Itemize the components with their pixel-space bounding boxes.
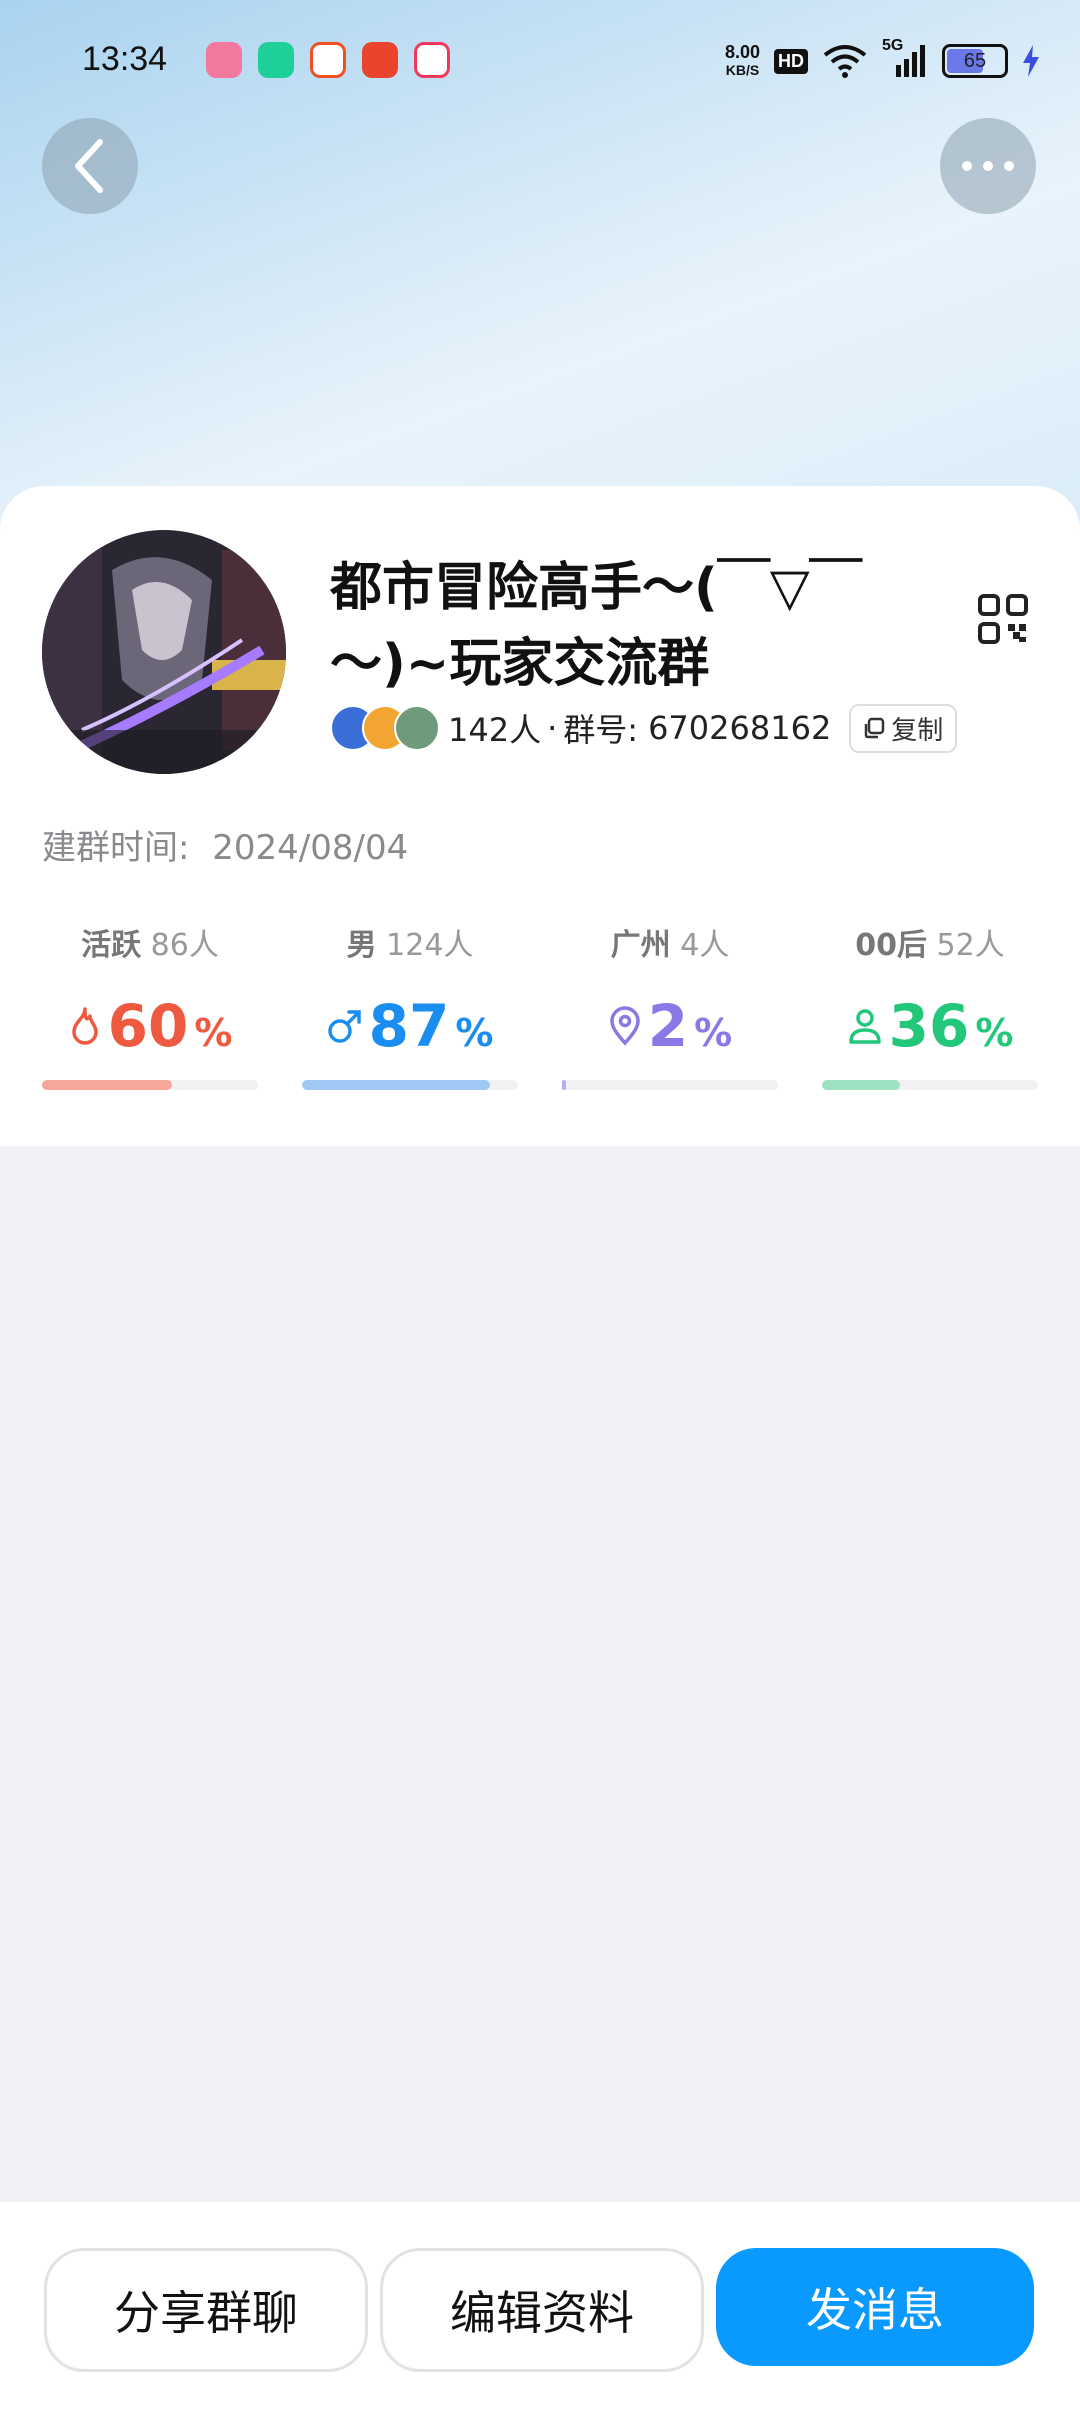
battery-indicator: 65: [942, 44, 1008, 78]
net-speed: 8.00 KB/S: [725, 43, 760, 79]
stat-bar: [302, 1080, 518, 1090]
wifi-icon: [823, 45, 867, 78]
hd-badge: HD: [774, 48, 808, 74]
stat-unit: %: [455, 1011, 494, 1055]
stat-percent: 60: [107, 992, 189, 1060]
more-button[interactable]: [940, 118, 1036, 214]
stat-percent: 2: [647, 992, 689, 1060]
stat-label: 活跃 86人: [42, 920, 258, 964]
created-label: 建群时间:: [42, 828, 190, 868]
stat-bar: [562, 1080, 778, 1090]
stat-label-text: 00后: [855, 928, 927, 963]
group-name: 都市冒险高手～(￣▽￣～)~玩家交流群: [330, 558, 862, 694]
stat-gender[interactable]: 男 124人 87%: [302, 920, 518, 1100]
stat-label-text: 广州: [610, 928, 671, 963]
app-b-icon: [258, 42, 294, 78]
stat-percent: 87: [368, 992, 450, 1060]
app-orange-icon: [310, 42, 346, 78]
member-count[interactable]: 142人: [448, 705, 541, 751]
stat-value: 36%: [822, 992, 1038, 1060]
copy-button[interactable]: 复制: [849, 703, 958, 753]
meta-separator: ·: [547, 709, 558, 747]
person-icon: [848, 1009, 881, 1044]
stat-value: 2%: [562, 992, 778, 1060]
stat-bar-fill: [822, 1080, 900, 1090]
more-dots-icon: [962, 161, 1014, 171]
group-id-label: 群号:: [563, 711, 639, 749]
member-avatars[interactable]: [330, 705, 440, 751]
signal-indicator: 5G: [882, 37, 928, 79]
net-speed-value: 8.00: [724, 42, 760, 62]
stat-count: 52人: [936, 928, 1005, 963]
chevron-left-icon: [75, 139, 103, 193]
avatar-image: [42, 530, 286, 774]
send-message-button[interactable]: 发消息: [716, 2248, 1034, 2366]
created-date: 2024/08/04: [212, 828, 409, 868]
stat-label-text: 活跃: [81, 928, 142, 963]
stat-active[interactable]: 活跃 86人 60%: [42, 920, 258, 1100]
created-time: 建群时间: 2024/08/04: [42, 820, 408, 869]
stat-unit: %: [694, 1011, 733, 1055]
stat-bar: [822, 1080, 1038, 1090]
stat-unit: %: [194, 1011, 233, 1055]
bottom-action-bar: 分享群聊 编辑资料 发消息: [0, 2202, 1080, 2412]
share-group-button[interactable]: 分享群聊: [44, 2248, 368, 2372]
stat-bar-fill: [562, 1080, 567, 1090]
stat-unit: %: [975, 1011, 1014, 1055]
group-meta-row: 142人 · 群号: 670268162 复制: [330, 700, 958, 756]
member-avatar: [394, 705, 440, 751]
app-red-icon: [362, 42, 398, 78]
battery-level: 65: [963, 50, 987, 72]
stat-label: 男 124人: [302, 920, 518, 964]
stat-value: 60%: [42, 992, 258, 1060]
stat-bar-fill: [42, 1080, 172, 1090]
stat-location[interactable]: 广州 4人 2%: [562, 920, 778, 1100]
status-time: 13:34: [82, 40, 168, 78]
group-avatar[interactable]: [42, 530, 286, 774]
stat-bar-fill: [302, 1080, 490, 1090]
stat-bar: [42, 1080, 258, 1090]
status-bar: 13:34 8.00 KB/S HD 5G 65: [0, 0, 1080, 120]
stat-age[interactable]: 00后 52人 36%: [822, 920, 1038, 1100]
edit-profile-button[interactable]: 编辑资料: [380, 2248, 704, 2372]
stat-label-text: 男: [346, 928, 377, 963]
back-button[interactable]: [42, 118, 138, 214]
stat-value: 87%: [302, 992, 518, 1060]
stat-percent: 36: [888, 992, 970, 1060]
app-play-icon: [414, 42, 450, 78]
location-icon: [610, 1006, 640, 1046]
flame-icon: [71, 1007, 98, 1045]
male-icon: [327, 1010, 361, 1043]
status-indicators: 8.00 KB/S HD 5G 65: [725, 36, 1040, 86]
net-speed-unit: KB/S: [725, 62, 760, 78]
copy-label: 复制: [891, 715, 944, 746]
stat-count: 124人: [386, 928, 474, 963]
signal-bars-icon: [896, 45, 925, 77]
bilibili-app-icon: [206, 42, 242, 78]
group-id-value: 670268162: [648, 709, 832, 747]
stat-label: 00后 52人: [822, 920, 1038, 964]
stat-label: 广州 4人: [562, 920, 778, 964]
member-stats: 活跃 86人 60% 男 124人 87% 广州 4人 2% 00后 52人 3…: [42, 920, 1038, 1100]
charging-icon: [1023, 45, 1039, 77]
qr-code-icon[interactable]: [978, 594, 1028, 644]
stat-count: 4人: [680, 928, 730, 963]
copy-icon: [865, 717, 885, 739]
stat-count: 86人: [150, 928, 219, 963]
